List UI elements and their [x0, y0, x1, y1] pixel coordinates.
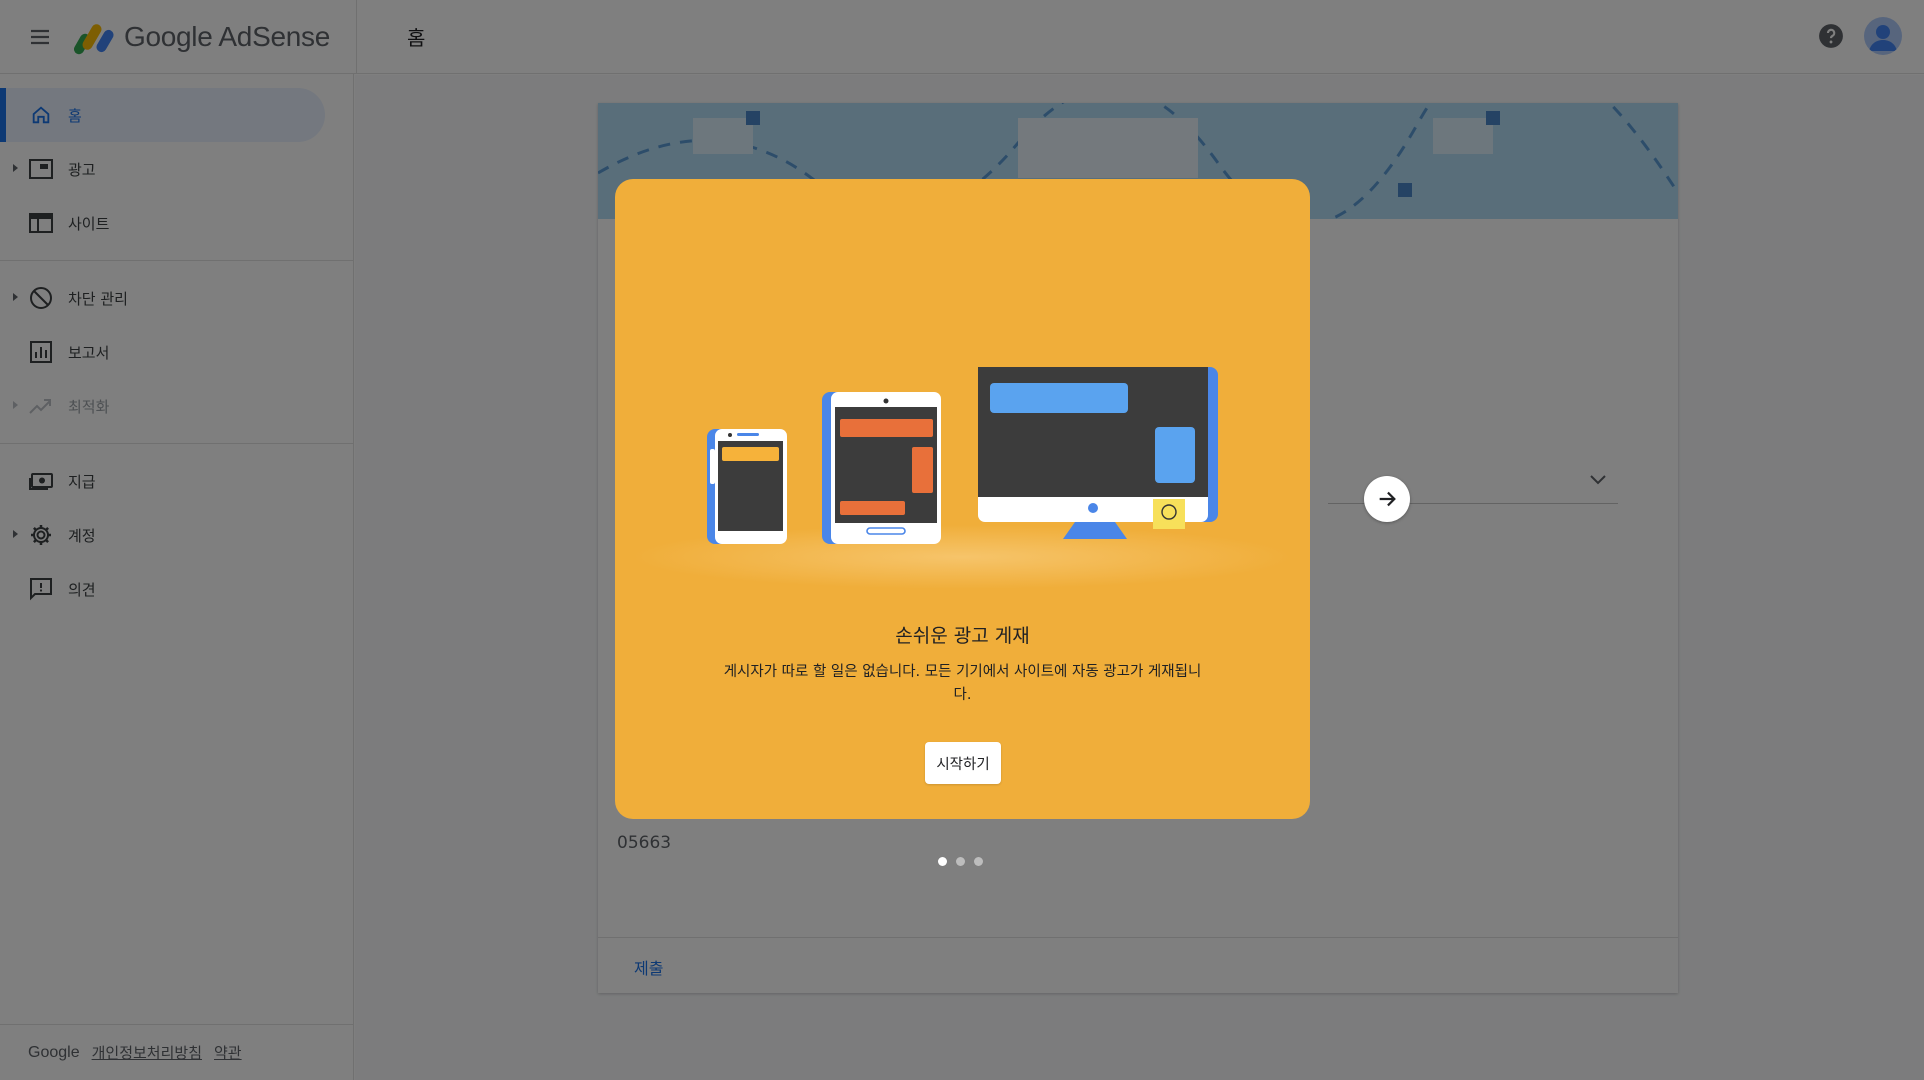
devices-illustration	[632, 367, 1292, 589]
get-started-button[interactable]: 시작하기	[925, 742, 1001, 784]
dialog-title: 손쉬운 광고 게재	[895, 625, 1030, 647]
onboarding-dialog: 손쉬운 광고 게재 게시자가 따로 할 일은 없습니다. 모든 기기에서 사이트…	[615, 179, 1310, 819]
next-slide-button[interactable]	[1364, 476, 1410, 522]
carousel-dot-1[interactable]	[938, 857, 947, 866]
dialog-description: 게시자가 따로 할 일은 없습니다. 모든 기기에서 사이트에 자동 광고가 게…	[723, 664, 1202, 703]
arrow-right-icon	[1379, 491, 1396, 507]
carousel-dot-3[interactable]	[974, 857, 983, 866]
carousel-dot-2[interactable]	[956, 857, 965, 866]
carousel-dots	[938, 857, 983, 866]
